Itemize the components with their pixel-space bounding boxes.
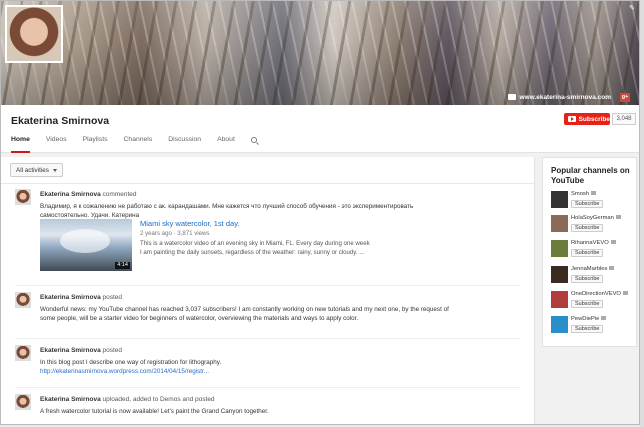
activity-header: Ekaterina Smirnova uploaded, added to De…	[40, 396, 215, 403]
channel-name-link[interactable]: HolaSoyGerman	[571, 215, 621, 221]
activity-header: Ekaterina Smirnova posted	[40, 294, 122, 301]
subscribe-button[interactable]: Subscribe	[571, 249, 604, 257]
verified-icon	[610, 240, 616, 244]
youtube-logo-icon	[568, 116, 576, 122]
tab-playlists[interactable]: Playlists	[83, 136, 108, 153]
popular-channels-title: Popular channels on YouTube	[551, 166, 630, 185]
channel-thumbnail[interactable]	[551, 266, 568, 283]
youtube-channel-page: ✎ www.ekaterina-smirnova.com g+ Ekaterin…	[0, 0, 640, 425]
channel-name-link[interactable]: Smosh	[571, 191, 597, 197]
channel-list-item: OneDirectionVEVO Subscribe	[551, 291, 636, 311]
subscriber-count: 3,048	[612, 113, 636, 125]
video-title-link[interactable]: Miami sky watercolor, 1st day.	[140, 219, 239, 228]
channel-list-item: JennaMarbles Subscribe	[551, 266, 636, 286]
activity-author[interactable]: Ekaterina Smirnova	[40, 191, 101, 198]
activity-separator	[15, 338, 520, 339]
window-scrollbar[interactable]	[640, 0, 644, 427]
avatar[interactable]	[15, 189, 31, 205]
subscribe-button[interactable]: Subscribe	[571, 200, 604, 208]
avatar[interactable]	[15, 345, 31, 361]
activity-item: Ekaterina Smirnova uploaded, added to De…	[1, 394, 534, 424]
feed-divider	[1, 183, 534, 184]
verified-icon	[609, 266, 615, 270]
avatar[interactable]	[15, 292, 31, 308]
activity-action: posted	[102, 347, 123, 354]
verified-icon	[591, 191, 597, 195]
activity-author[interactable]: Ekaterina Smirnova	[40, 294, 101, 301]
channel-header: Ekaterina Smirnova Subscribe 3,048 Home …	[1, 105, 639, 153]
channel-avatar[interactable]	[5, 5, 63, 63]
search-icon	[250, 137, 257, 143]
activity-action: uploaded, added to Demos and posted	[102, 396, 215, 403]
subscribe-button[interactable]: Subscribe	[571, 224, 604, 232]
activity-feed: All activities Ekaterina Smirnova commen…	[1, 157, 535, 424]
popular-channels-panel: Popular channels on YouTube Smosh Subscr…	[542, 157, 637, 347]
verified-icon	[601, 316, 607, 320]
activity-header: Ekaterina Smirnova posted	[40, 347, 122, 354]
activity-text: In this blog post I describe one way of …	[40, 359, 460, 376]
activity-item: Ekaterina Smirnova commented Владимир, я…	[1, 189, 534, 285]
activity-item: Ekaterina Smirnova posted In this blog p…	[1, 345, 534, 393]
activity-header: Ekaterina Smirnova commented	[40, 191, 136, 198]
channel-name-link[interactable]: OneDirectionVEVO	[571, 291, 628, 297]
website-icon	[508, 94, 517, 100]
tab-channels[interactable]: Channels	[124, 136, 153, 153]
activity-author[interactable]: Ekaterina Smirnova	[40, 396, 101, 403]
channel-tabs: Home Videos Playlists Channels Discussio…	[11, 136, 273, 153]
video-description: This is a watercolor video of an evening…	[140, 240, 370, 256]
channel-list-item: RihannaVEVO Subscribe	[551, 240, 636, 260]
tab-search[interactable]	[250, 136, 257, 153]
verified-icon	[622, 291, 628, 295]
channel-name-link[interactable]: RihannaVEVO	[571, 240, 616, 246]
channel-name-link[interactable]: JennaMarbles	[571, 266, 615, 272]
activity-text: A fresh watercolor tutorial is now avail…	[40, 408, 269, 415]
video-duration: 4:14	[115, 262, 130, 269]
activity-text: Wonderful news: my YouTube channel has r…	[40, 306, 449, 322]
avatar[interactable]	[15, 394, 31, 410]
verified-icon	[615, 215, 621, 219]
activity-action: commented	[102, 191, 137, 198]
activity-action: posted	[102, 294, 123, 301]
tab-about[interactable]: About	[217, 136, 235, 153]
activity-filter-dropdown[interactable]: All activities	[10, 163, 63, 177]
subscribe-button[interactable]: Subscribe	[564, 113, 610, 125]
activity-author[interactable]: Ekaterina Smirnova	[40, 347, 101, 354]
video-thumbnail[interactable]: 4:14	[40, 219, 132, 271]
banner-website-link[interactable]: www.ekaterina-smirnova.com	[508, 94, 611, 101]
google-plus-icon[interactable]: g+	[620, 93, 630, 102]
channel-list-item: Smosh Subscribe	[551, 191, 636, 211]
channel-list-item: HolaSoyGerman Subscribe	[551, 215, 636, 235]
channel-list-item: PewDiePie Subscribe	[551, 316, 636, 336]
blog-post-link[interactable]: http://ekaterinasmirnova.wordpress.com/2…	[40, 368, 460, 377]
channel-thumbnail[interactable]	[551, 215, 568, 232]
tab-videos[interactable]: Videos	[46, 136, 67, 153]
tab-discussion[interactable]: Discussion	[168, 136, 201, 153]
channel-title: Ekaterina Smirnova	[11, 115, 110, 127]
channel-thumbnail[interactable]	[551, 291, 568, 308]
subscribe-button[interactable]: Subscribe	[571, 300, 604, 308]
channel-thumbnail[interactable]	[551, 240, 568, 257]
activity-separator	[15, 387, 520, 388]
subscribe-button[interactable]: Subscribe	[571, 275, 604, 283]
channel-thumbnail[interactable]	[551, 191, 568, 208]
activity-text: Владимир, я к сожалению не работаю с ак.…	[40, 203, 414, 219]
channel-thumbnail[interactable]	[551, 316, 568, 333]
channel-name-link[interactable]: PewDiePie	[571, 316, 607, 322]
activity-text-line: In this blog post I describe one way of …	[40, 359, 222, 366]
subscribe-button[interactable]: Subscribe	[571, 325, 604, 333]
channel-banner: ✎ www.ekaterina-smirnova.com g+	[1, 1, 639, 105]
chevron-down-icon	[52, 168, 57, 172]
banner-edit-icon[interactable]: ✎	[629, 5, 637, 13]
tab-home[interactable]: Home	[11, 136, 30, 153]
video-meta: 2 years ago · 3,871 views	[140, 230, 210, 237]
activity-separator	[15, 285, 520, 286]
activity-item: Ekaterina Smirnova posted Wonderful news…	[1, 292, 534, 344]
